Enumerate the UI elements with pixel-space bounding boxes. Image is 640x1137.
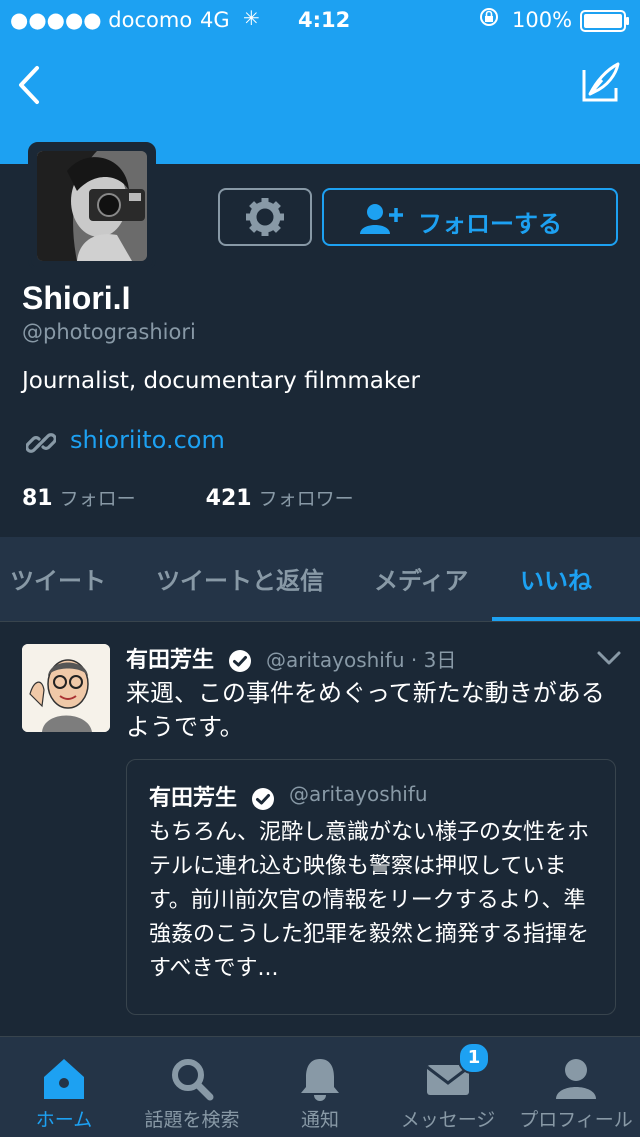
nav-home-label: ホーム — [35, 1109, 93, 1131]
messages-badge: 1 — [458, 1042, 490, 1074]
active-tab-indicator — [492, 617, 640, 621]
followers-stat[interactable]: 421 フォロワー — [206, 486, 354, 511]
profile-website-link[interactable]: shioriito.com — [70, 426, 225, 454]
profile-bio: Journalist, documentary filmmaker — [22, 368, 420, 394]
nav-notifications[interactable]: 通知 — [256, 1037, 384, 1137]
profile-tabs: ツイート ツイートと返信 メディア いいね — [0, 537, 640, 622]
quoted-tweet-handle: @aritayoshifu — [289, 782, 428, 806]
carrier-label: ●●●●● docomo — [10, 8, 193, 32]
activity-spinner-icon: ✳ — [243, 6, 260, 30]
battery-icon — [580, 10, 630, 37]
nav-profile-label: プロフィール — [519, 1109, 633, 1131]
search-icon — [172, 1059, 214, 1101]
profile-name: Shiori.I — [22, 280, 131, 316]
profile-avatar-frame — [28, 142, 156, 270]
quoted-tweet-author-text: 有田芳生 — [149, 786, 238, 811]
compose-tweet-button[interactable] — [576, 58, 626, 108]
add-user-icon — [360, 204, 403, 234]
following-label: フォロー — [59, 488, 136, 510]
tab-likes[interactable]: いいね — [520, 561, 592, 596]
following-stat[interactable]: 81 フォロー — [22, 486, 143, 511]
nav-notifications-label: 通知 — [300, 1109, 339, 1131]
followers-label: フォロワー — [258, 488, 354, 510]
tweet-author-name[interactable]: 有田芳生 — [126, 642, 252, 674]
quoted-tweet[interactable]: 有田芳生 @aritayoshifu もちろん、泥酔し意識がない様子の女性をホテ… — [126, 759, 616, 1015]
nav-profile[interactable]: プロフィール — [512, 1037, 640, 1137]
follow-counts: 81 フォロー 421 フォロワー — [22, 484, 354, 511]
quoted-tweet-text: もちろん、泥酔し意識がない様子の女性をホテルに連れ込む映像も警察は押収しています… — [149, 820, 590, 981]
bell-icon — [301, 1059, 339, 1101]
tweet-author-name-text: 有田芳生 — [126, 648, 215, 673]
back-button[interactable] — [12, 60, 52, 110]
nav-search[interactable]: 話題を検索 — [128, 1037, 256, 1137]
settings-button[interactable] — [218, 188, 312, 246]
quill-compose-icon — [582, 62, 620, 102]
nav-messages[interactable]: メッセージ — [384, 1037, 512, 1137]
clock-label: 4:12 — [298, 8, 351, 32]
tweet-author-avatar[interactable] — [22, 644, 110, 732]
avatar-photo-camera-portrait — [37, 151, 147, 261]
nav-search-label: 話題を検索 — [144, 1109, 240, 1131]
link-icon — [25, 428, 57, 458]
tweet-menu-button[interactable] — [596, 648, 622, 668]
tweet-card[interactable]: 有田芳生 @aritayoshifu · 3日 来週、この事件をめぐって新たな動… — [0, 622, 640, 1036]
verified-badge-icon — [251, 788, 274, 810]
follow-button[interactable]: フォローする — [322, 188, 618, 246]
chevron-down-icon — [597, 651, 621, 665]
cartoon-portrait-avatar — [22, 644, 110, 732]
nav-home[interactable]: ホーム — [0, 1037, 128, 1137]
verified-badge-icon — [228, 650, 251, 672]
home-icon — [44, 1059, 84, 1099]
bottom-tab-bar: ホーム 話題を検索 通知 メッセージ プロフィール — [0, 1036, 640, 1137]
follow-button-label: フォローする — [418, 210, 562, 238]
network-label: 4G — [200, 8, 230, 32]
nav-messages-label: メッセージ — [400, 1109, 496, 1131]
battery-label: 100% — [512, 8, 573, 32]
quoted-tweet-author: 有田芳生 — [149, 780, 275, 812]
tab-media[interactable]: メディア — [374, 561, 468, 596]
status-bar: ●●●●● docomo 4G ✳ 4:12 100% — [0, 0, 640, 40]
tab-tweets-and-replies[interactable]: ツイートと返信 — [156, 561, 324, 596]
profile-handle: @photograshiori — [22, 320, 196, 344]
gear-icon — [246, 198, 284, 236]
tweet-meta: @aritayoshifu · 3日 — [266, 648, 457, 672]
profile-avatar[interactable] — [37, 151, 147, 261]
followers-count: 421 — [205, 486, 252, 511]
tab-tweets[interactable]: ツイート — [10, 561, 106, 596]
person-icon — [556, 1059, 596, 1099]
following-count: 81 — [22, 486, 53, 511]
rotation-lock-icon — [478, 6, 500, 33]
chevron-left-icon — [19, 66, 39, 104]
tweet-text: 来週、この事件をめぐって新たな動きがあるようです。 — [126, 679, 605, 741]
